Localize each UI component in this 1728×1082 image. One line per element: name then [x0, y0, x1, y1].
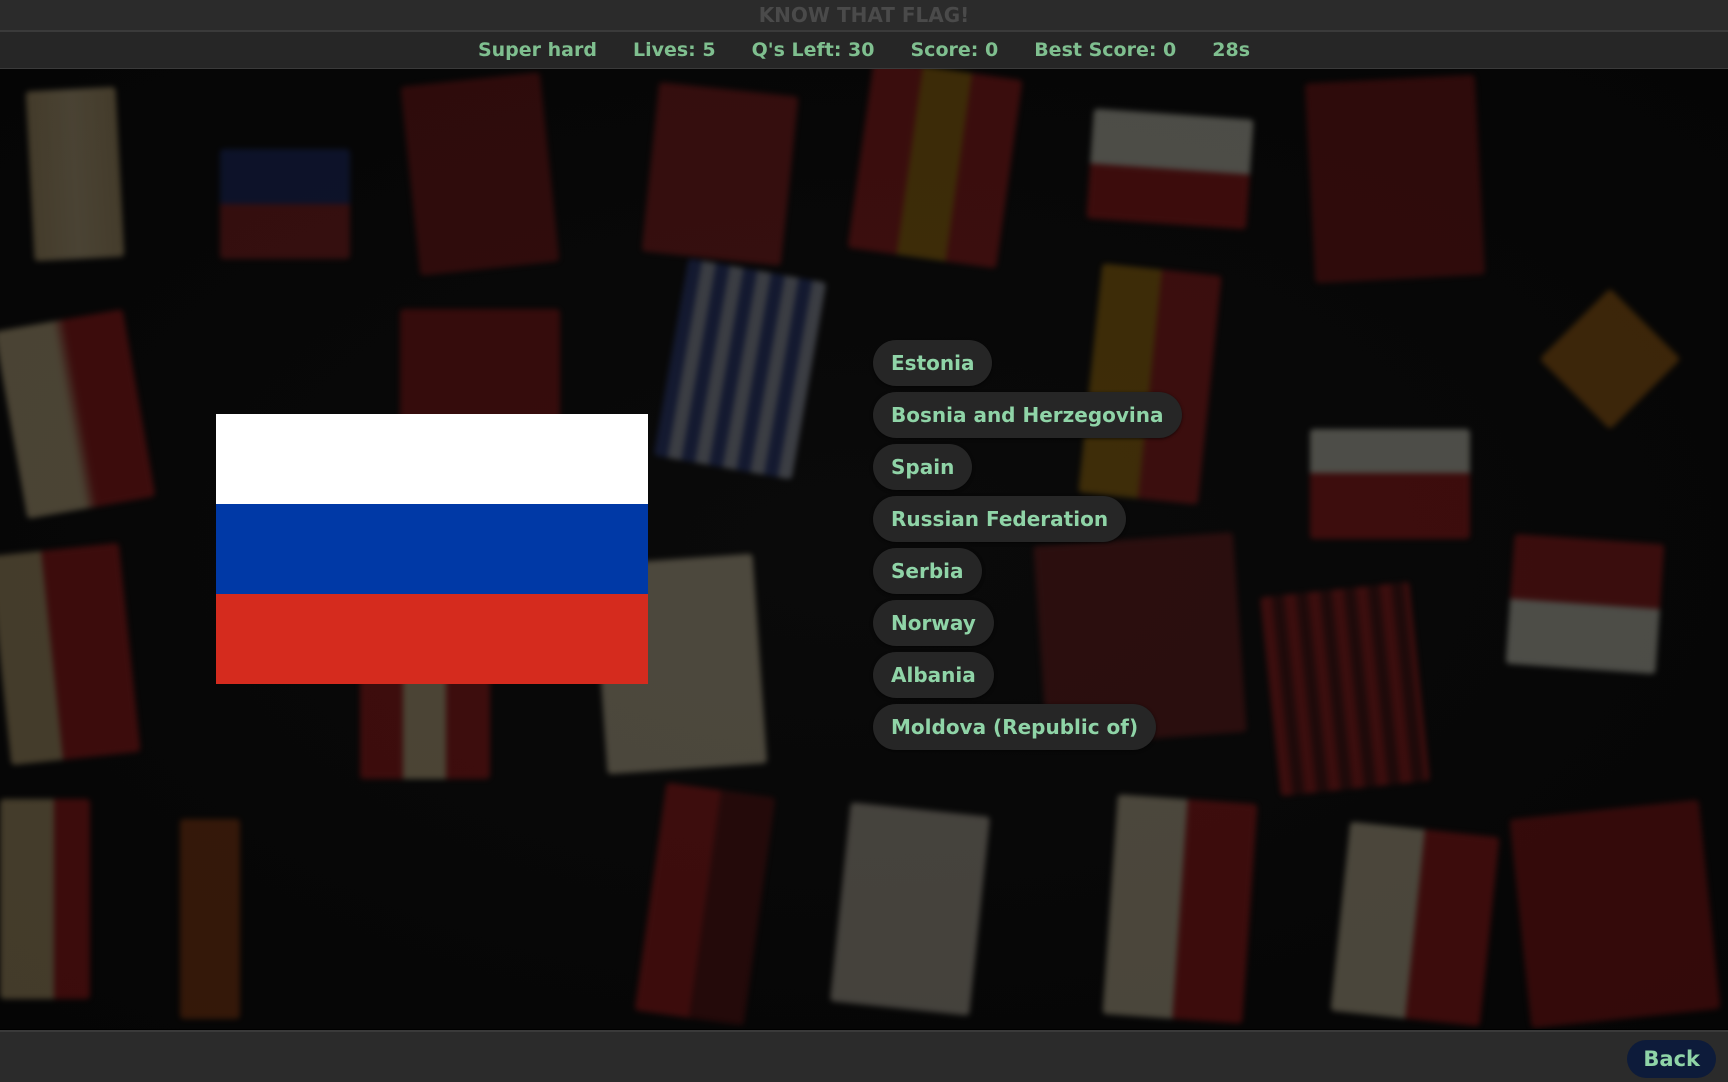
status-bar: Super hard Lives: 5 Q's Left: 30 Score: … [0, 32, 1728, 69]
background-flag [1510, 800, 1721, 1029]
score-counter: Score: 0 [911, 39, 999, 61]
background-flag [848, 69, 1023, 269]
answer-option-albania[interactable]: Albania [873, 652, 994, 698]
background-flag [1102, 794, 1257, 1023]
answer-list: Estonia Bosnia and Herzegovina Spain Rus… [873, 340, 1182, 750]
background-flag [400, 72, 559, 276]
background-flag [641, 82, 798, 266]
background-flag [1086, 109, 1253, 230]
background-flag [1506, 534, 1665, 674]
background-flag [0, 799, 90, 999]
answer-option-serbia[interactable]: Serbia [873, 548, 982, 594]
background-flag [1305, 75, 1485, 284]
answer-option-russian-federation[interactable]: Russian Federation [873, 496, 1126, 542]
background-flag [830, 802, 990, 1016]
background-flag [1260, 582, 1430, 797]
background-flag [635, 782, 776, 1025]
bottom-bar: Back [0, 1030, 1728, 1082]
background-flag [26, 87, 125, 261]
difficulty-label: Super hard [478, 39, 597, 61]
game-stage: Estonia Bosnia and Herzegovina Spain Rus… [0, 69, 1728, 1029]
title-bar: KNOW THAT FLAG! [0, 0, 1728, 32]
flag-stripe-red [216, 594, 648, 684]
background-flag [654, 258, 827, 479]
question-flag [216, 414, 648, 684]
answer-option-estonia[interactable]: Estonia [873, 340, 992, 386]
best-score-counter: Best Score: 0 [1034, 39, 1176, 61]
answer-option-norway[interactable]: Norway [873, 600, 994, 646]
back-button[interactable]: Back [1627, 1040, 1716, 1078]
questions-left-counter: Q's Left: 30 [752, 39, 875, 61]
answer-option-spain[interactable]: Spain [873, 444, 972, 490]
flag-stripe-blue [216, 504, 648, 594]
background-flag [1310, 429, 1470, 539]
background-flag [0, 543, 141, 765]
background-flag [1330, 822, 1499, 1027]
app-title: KNOW THAT FLAG! [759, 3, 970, 27]
timer: 28s [1212, 39, 1250, 61]
lives-counter: Lives: 5 [633, 39, 716, 61]
flag-stripe-white [216, 414, 648, 504]
background-flag [1539, 288, 1680, 429]
background-flag [0, 309, 156, 519]
answer-option-moldova[interactable]: Moldova (Republic of) [873, 704, 1156, 750]
background-flag [180, 819, 240, 1019]
background-flag [220, 149, 350, 259]
answer-option-bosnia-and-herzegovina[interactable]: Bosnia and Herzegovina [873, 392, 1182, 438]
